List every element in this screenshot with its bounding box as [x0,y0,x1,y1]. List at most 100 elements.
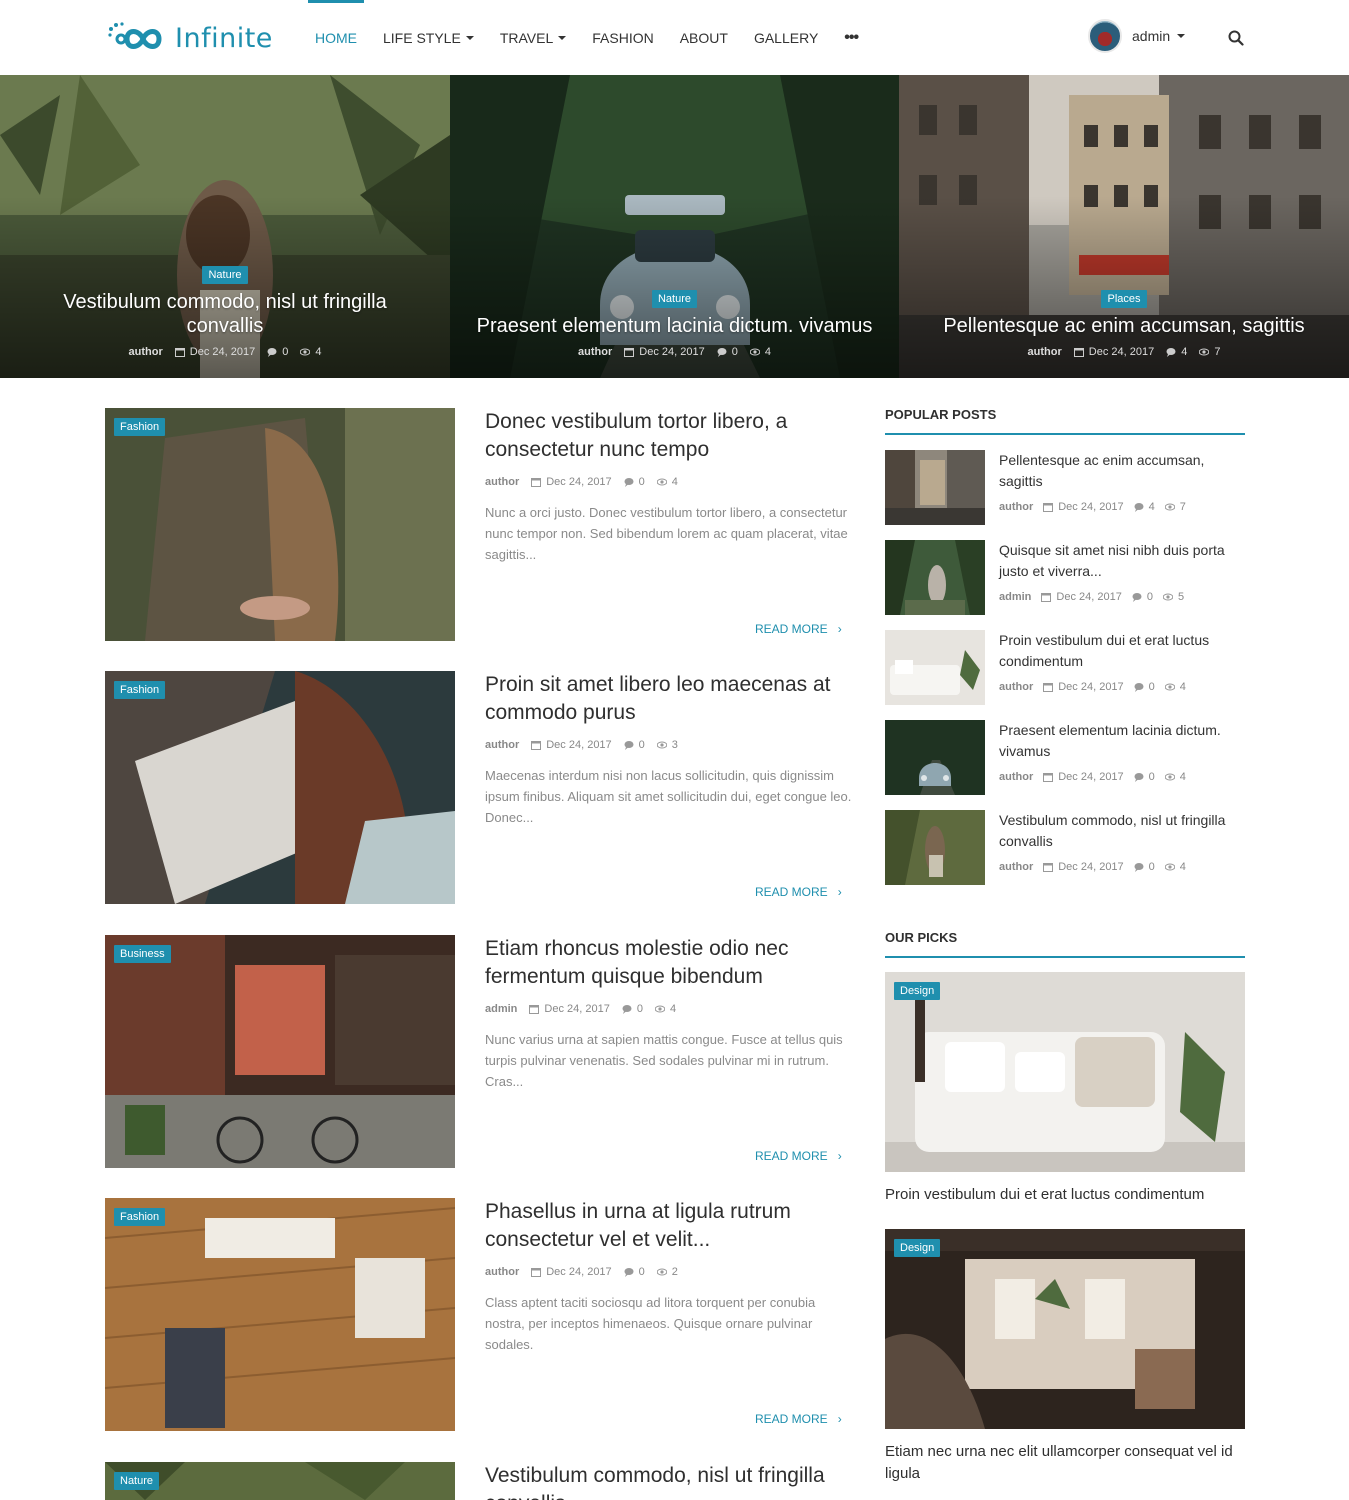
post-meta: author Dec 24, 2017 0 4 [999,681,1186,693]
nav-item-life-style[interactable]: LIFE STYLE [370,0,487,75]
nav-item-about[interactable]: ABOUT [667,0,741,75]
comment-icon [1166,348,1176,357]
pick-thumbnail[interactable]: Design [885,1229,1245,1429]
nav-item-fashion[interactable]: FASHION [579,0,666,75]
post-title[interactable]: Proin sit amet libero leo maecenas at co… [485,671,855,727]
comment-icon [1134,683,1144,692]
pick-title[interactable]: Etiam nec urna nec elit ullamcorper cons… [885,1441,1245,1485]
popular-post-title[interactable]: Proin vestibulum dui et erat luctus cond… [999,630,1245,672]
meta-author[interactable]: author [999,771,1033,783]
meta-author[interactable]: admin [999,591,1031,603]
category-badge[interactable]: Places [1101,290,1147,308]
pick-card: Design Proin vestibulum dui et erat luct… [885,972,1245,1206]
nav-item-gallery[interactable]: GALLERY [741,0,831,75]
popular-post-item: Quisque sit amet nisi nibh duis porta ju… [885,540,1245,616]
meta-author[interactable]: author [485,1266,519,1278]
popular-post-thumbnail[interactable] [885,450,985,525]
category-badge[interactable]: Nature [202,266,248,284]
category-badge[interactable]: Nature [651,290,698,308]
post-thumbnail[interactable]: Nature [105,1462,455,1500]
meta-date: Dec 24, 2017 [544,1003,610,1015]
post-thumbnail[interactable]: Fashion [105,1198,455,1431]
meta-author[interactable]: admin [485,1003,517,1015]
meta-comments: 0 [638,739,645,751]
meta-comments: 4 [1181,346,1188,358]
meta-date: Dec 24, 2017 [1058,861,1124,873]
hero-title[interactable]: Praesent elementum lacinia dictum. vivam… [450,314,899,338]
post-meta: admin Dec 24, 2017 0 5 [999,591,1184,603]
hero-slide[interactable]: Nature Praesent elementum lacinia dictum… [450,75,899,378]
category-badge[interactable]: Business [114,945,171,963]
popular-post-thumbnail[interactable] [885,720,985,795]
read-more-label: READ MORE [755,622,828,636]
meta-author[interactable]: author [485,739,519,751]
post-title[interactable]: Etiam rhoncus molestie odio nec fermentu… [485,935,855,991]
nav-label: LIFE STYLE [383,29,461,46]
post-body: Vestibulum commodo, nisl ut fringilla co… [485,1462,855,1500]
read-more-link[interactable]: READ MORE › [755,1149,842,1163]
category-badge[interactable]: Fashion [114,1208,166,1226]
user-menu[interactable]: admin [1088,19,1186,53]
category-badge[interactable]: Nature [114,1472,160,1490]
chevron-right-icon: › [837,1149,842,1163]
search-icon[interactable] [1228,30,1244,46]
meta-date: Dec 24, 2017 [1058,771,1124,783]
meta-comments: 0 [1148,861,1155,873]
popular-post-title[interactable]: Pellentesque ac enim accumsan, sagittis [999,450,1245,492]
hero-slide[interactable]: Nature Vestibulum commodo, nisl ut fring… [0,75,450,378]
meta-author[interactable]: author [1028,346,1062,358]
meta-comments: 0 [638,476,645,488]
popular-post-thumbnail[interactable] [885,810,985,885]
nav-more-button[interactable]: ••• [831,0,871,75]
post-thumbnail[interactable]: Fashion [105,408,455,641]
meta-author[interactable]: author [485,476,519,488]
read-more-label: READ MORE [755,1412,828,1426]
post-title[interactable]: Donec vestibulum tortor libero, a consec… [485,408,855,464]
hero-title[interactable]: Vestibulum commodo, nisl ut fringilla co… [0,290,450,338]
post-thumbnail[interactable]: Business [105,935,455,1168]
post-image [105,671,455,904]
meta-author[interactable]: author [999,501,1033,513]
popular-post-title[interactable]: Vestibulum commodo, nisl ut fringilla co… [999,810,1245,852]
post-excerpt: Nunc varius urna at sapien mattis congue… [485,1032,843,1089]
category-badge[interactable]: Fashion [114,418,166,436]
post-image [105,408,455,641]
post-title[interactable]: Vestibulum commodo, nisl ut fringilla co… [485,1462,855,1500]
meta-author[interactable]: author [578,346,612,358]
calendar-icon [531,1268,542,1277]
site-header: Infinite HOME LIFE STYLE TRAVEL FASHION … [0,0,1349,75]
site-logo[interactable]: Infinite [107,18,273,58]
popular-post-title[interactable]: Quisque sit amet nisi nibh duis porta ju… [999,540,1245,582]
comment-icon [267,348,277,357]
pick-title[interactable]: Proin vestibulum dui et erat luctus cond… [885,1184,1245,1206]
meta-views: 4 [764,346,771,358]
meta-author[interactable]: author [129,346,163,358]
read-more-link[interactable]: READ MORE › [755,885,842,899]
read-more-link[interactable]: READ MORE › [755,1412,842,1426]
popular-post-thumbnail[interactable] [885,540,985,615]
pick-thumbnail[interactable]: Design [885,972,1245,1172]
read-more-link[interactable]: READ MORE › [755,622,842,636]
category-badge[interactable]: Design [894,1239,941,1257]
read-more-label: READ MORE [755,1149,828,1163]
hero-title[interactable]: Pellentesque ac enim accumsan, sagittis [899,314,1349,338]
post-thumbnail[interactable]: Fashion [105,671,455,904]
post-card: Fashion Proin sit amet libero leo maecen… [105,671,855,904]
category-badge[interactable]: Fashion [114,681,166,699]
nav-item-home[interactable]: HOME [302,0,370,75]
nav-item-travel[interactable]: TRAVEL [487,0,579,75]
hero-slide[interactable]: Places Pellentesque ac enim accumsan, sa… [899,75,1349,378]
user-name: admin [1132,28,1171,44]
popular-post-thumbnail[interactable] [885,630,985,705]
popular-post-title[interactable]: Praesent elementum lacinia dictum. vivam… [999,720,1245,762]
meta-author[interactable]: author [999,861,1033,873]
post-excerpt: Class aptent taciti sociosqu ad litora t… [485,1295,816,1352]
post-image [105,1198,455,1431]
meta-date: Dec 24, 2017 [639,346,705,358]
category-badge[interactable]: Design [894,982,941,1000]
post-meta: author Dec 24, 2017 4 7 [899,346,1349,358]
calendar-icon [529,1005,540,1014]
meta-author[interactable]: author [999,681,1033,693]
comment-icon [1134,863,1144,872]
post-title[interactable]: Phasellus in urna at ligula rutrum conse… [485,1198,855,1254]
